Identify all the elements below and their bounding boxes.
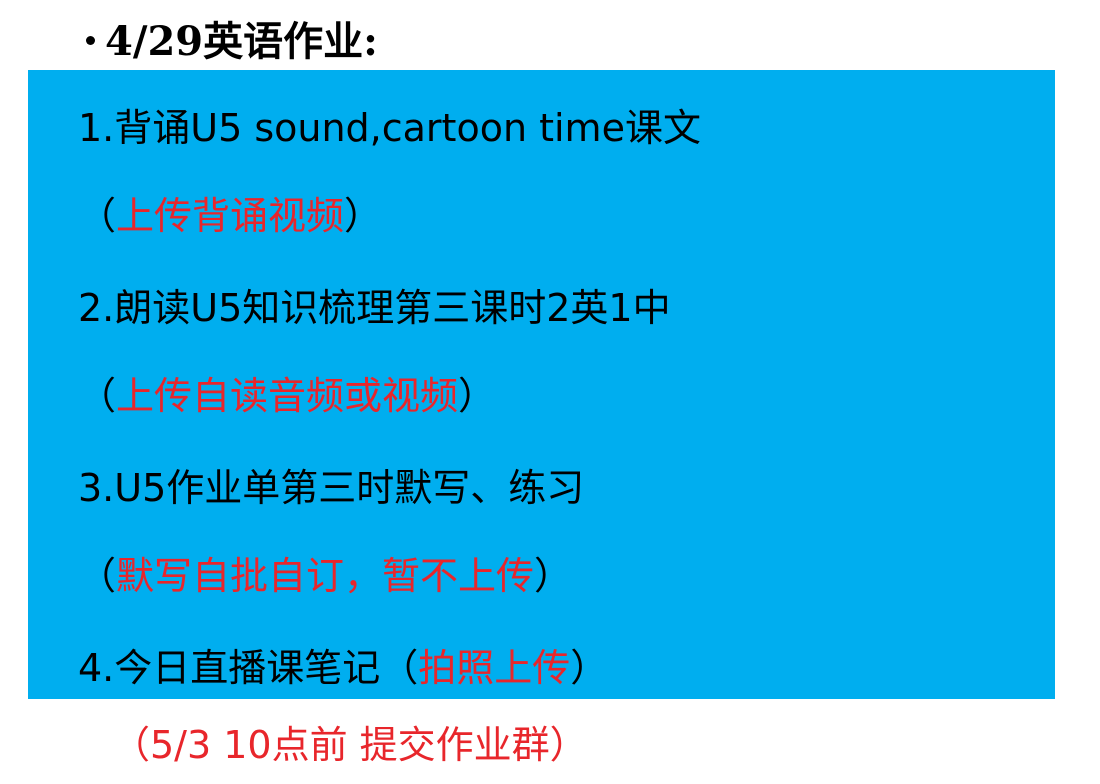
item-4-close-paren: ） <box>570 646 609 690</box>
item-4-text: 4.今日直播课笔记 <box>78 646 381 690</box>
item-2-note: 上传自读音频或视频 <box>116 374 459 418</box>
item-3-main: 3.U5作业单第三时默写、练习 <box>78 464 584 512</box>
item-4-note: 拍照上传 <box>418 646 571 690</box>
item-3-close-paren: ） <box>534 554 573 598</box>
item-2-open-paren: （ <box>78 374 117 418</box>
item-2-close-paren: ） <box>458 374 497 418</box>
bullet-icon <box>86 35 95 45</box>
item-2-text: 2.朗读U5知识梳理第三课时2英1中 <box>78 286 671 330</box>
item-1-note-line: （上传背诵视频） <box>78 192 382 240</box>
item-3-text: 3.U5作业单第三时默写、练习 <box>78 466 585 510</box>
title-text: 4/29英语作业: <box>105 18 378 65</box>
item-1-open-paren: （ <box>78 194 117 238</box>
item-1-text: 1.背诵U5 sound,cartoon time课文 <box>78 106 701 150</box>
item-1-note: 上传背诵视频 <box>116 194 345 238</box>
item-1-main: 1.背诵U5 sound,cartoon time课文 <box>78 104 701 152</box>
item-4-open-paren: （ <box>380 646 419 690</box>
item-2-note-line: （上传自读音频或视频） <box>78 372 496 420</box>
deadline-note: （5/3 10点前 提交作业群） <box>112 723 588 767</box>
slide: 4/29英语作业: 1.背诵U5 sound,cartoon time课文 （上… <box>0 0 1100 784</box>
item-2-main: 2.朗读U5知识梳理第三课时2英1中 <box>78 284 671 332</box>
item-3-note: 默写自批自订，暂不上传 <box>116 554 535 598</box>
item-1-close-paren: ） <box>344 194 383 238</box>
item-3-note-line: （默写自批自订，暂不上传） <box>78 552 572 600</box>
slide-title: 4/29英语作业: <box>86 8 378 68</box>
item-4-line: 4.今日直播课笔记（拍照上传） <box>78 644 608 692</box>
item-3-open-paren: （ <box>78 554 117 598</box>
